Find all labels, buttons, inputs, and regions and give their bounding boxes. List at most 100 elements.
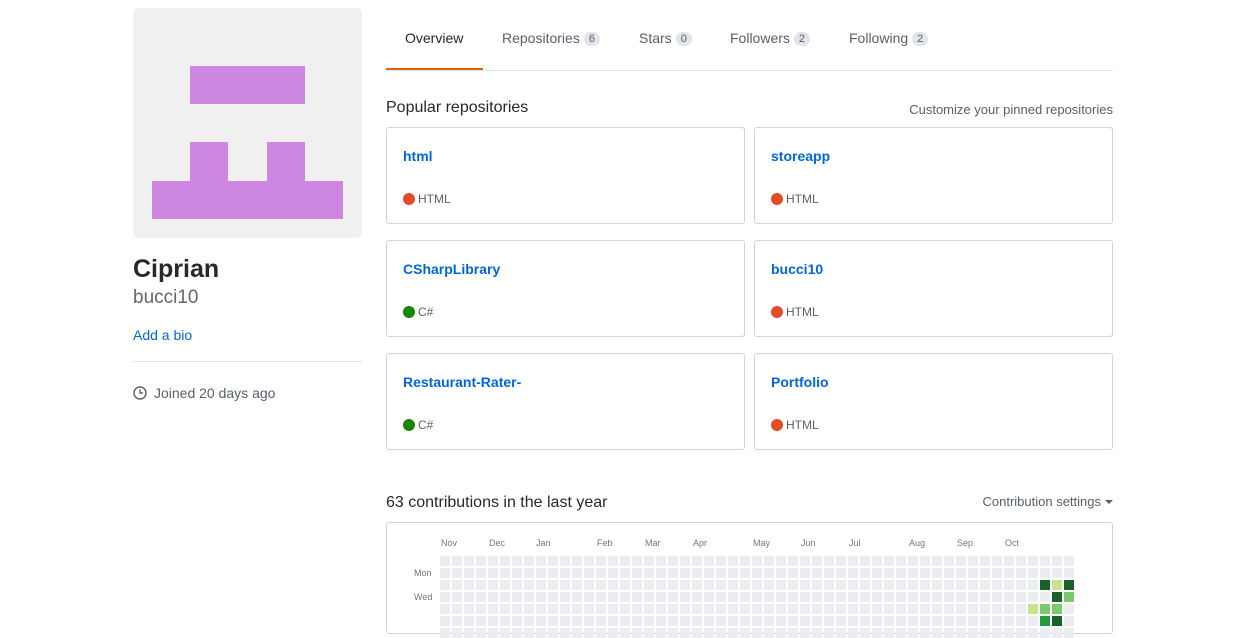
contribution-day-cell[interactable] — [704, 628, 714, 638]
contribution-day-cell[interactable] — [668, 556, 678, 566]
contribution-day-cell[interactable] — [608, 592, 618, 602]
add-bio-link[interactable]: Add a bio — [133, 327, 192, 343]
contribution-day-cell[interactable] — [536, 592, 546, 602]
contribution-day-cell[interactable] — [980, 568, 990, 578]
contribution-day-cell[interactable] — [1004, 628, 1014, 638]
contribution-day-cell[interactable] — [440, 604, 450, 614]
contribution-day-cell[interactable] — [500, 616, 510, 626]
contribution-day-cell[interactable] — [680, 604, 690, 614]
contribution-day-cell[interactable] — [500, 592, 510, 602]
contribution-day-cell[interactable] — [1028, 592, 1038, 602]
contribution-day-cell[interactable] — [728, 568, 738, 578]
contribution-day-cell[interactable] — [920, 628, 930, 638]
contribution-day-cell[interactable] — [560, 580, 570, 590]
contribution-day-cell[interactable] — [632, 628, 642, 638]
contribution-day-cell[interactable] — [944, 592, 954, 602]
contribution-day-cell[interactable] — [452, 580, 462, 590]
contribution-day-cell[interactable] — [860, 628, 870, 638]
contribution-day-cell[interactable] — [896, 592, 906, 602]
contribution-day-cell[interactable] — [572, 628, 582, 638]
contribution-day-cell[interactable] — [488, 556, 498, 566]
contribution-day-cell[interactable] — [776, 592, 786, 602]
contribution-day-cell[interactable] — [572, 580, 582, 590]
contribution-day-cell[interactable] — [1052, 568, 1062, 578]
contribution-day-cell[interactable] — [884, 592, 894, 602]
contribution-day-cell[interactable] — [680, 616, 690, 626]
contribution-day-cell[interactable] — [992, 604, 1002, 614]
repo-link[interactable]: bucci10 — [771, 261, 823, 277]
contribution-day-cell[interactable] — [788, 604, 798, 614]
contribution-day-cell[interactable] — [932, 580, 942, 590]
contribution-day-cell[interactable] — [944, 556, 954, 566]
contribution-day-cell[interactable] — [644, 616, 654, 626]
contribution-day-cell[interactable] — [608, 604, 618, 614]
contribution-day-cell[interactable] — [1028, 568, 1038, 578]
contribution-day-cell[interactable] — [620, 604, 630, 614]
contribution-day-cell[interactable] — [872, 568, 882, 578]
contribution-day-cell[interactable] — [1016, 556, 1026, 566]
contribution-day-cell[interactable] — [956, 628, 966, 638]
contribution-day-cell[interactable] — [764, 616, 774, 626]
contribution-day-cell[interactable] — [1064, 604, 1074, 614]
contribution-day-cell[interactable] — [548, 592, 558, 602]
tab-stars[interactable]: Stars 0 — [639, 30, 692, 46]
contribution-day-cell[interactable] — [752, 628, 762, 638]
contribution-day-cell[interactable] — [560, 568, 570, 578]
contribution-day-cell[interactable] — [512, 628, 522, 638]
customize-pins-link[interactable]: Customize your pinned repositories — [909, 102, 1113, 117]
contribution-day-cell[interactable] — [644, 568, 654, 578]
contribution-day-cell[interactable] — [488, 568, 498, 578]
contribution-day-cell[interactable] — [620, 592, 630, 602]
contribution-day-cell[interactable] — [632, 568, 642, 578]
contribution-day-cell[interactable] — [1040, 580, 1050, 590]
contribution-day-cell[interactable] — [932, 628, 942, 638]
contribution-day-cell[interactable] — [860, 604, 870, 614]
contribution-day-cell[interactable] — [1040, 592, 1050, 602]
contribution-day-cell[interactable] — [824, 556, 834, 566]
contribution-day-cell[interactable] — [512, 568, 522, 578]
contribution-day-cell[interactable] — [1040, 556, 1050, 566]
contribution-day-cell[interactable] — [728, 628, 738, 638]
contribution-day-cell[interactable] — [692, 616, 702, 626]
contribution-day-cell[interactable] — [848, 592, 858, 602]
contribution-day-cell[interactable] — [908, 568, 918, 578]
contribution-day-cell[interactable] — [476, 628, 486, 638]
contribution-day-cell[interactable] — [788, 628, 798, 638]
contribution-day-cell[interactable] — [440, 556, 450, 566]
contribution-day-cell[interactable] — [656, 556, 666, 566]
contribution-day-cell[interactable] — [872, 616, 882, 626]
contribution-day-cell[interactable] — [536, 604, 546, 614]
contribution-day-cell[interactable] — [632, 556, 642, 566]
contribution-day-cell[interactable] — [1016, 616, 1026, 626]
contribution-day-cell[interactable] — [488, 628, 498, 638]
contribution-day-cell[interactable] — [932, 604, 942, 614]
contribution-day-cell[interactable] — [536, 580, 546, 590]
contribution-day-cell[interactable] — [608, 616, 618, 626]
contribution-day-cell[interactable] — [860, 580, 870, 590]
contribution-day-cell[interactable] — [476, 604, 486, 614]
contribution-day-cell[interactable] — [572, 556, 582, 566]
contribution-day-cell[interactable] — [848, 604, 858, 614]
contribution-day-cell[interactable] — [920, 556, 930, 566]
contribution-day-cell[interactable] — [968, 628, 978, 638]
contribution-day-cell[interactable] — [872, 580, 882, 590]
contribution-day-cell[interactable] — [944, 568, 954, 578]
contribution-day-cell[interactable] — [524, 604, 534, 614]
contribution-day-cell[interactable] — [1028, 628, 1038, 638]
contribution-day-cell[interactable] — [932, 616, 942, 626]
contribution-day-cell[interactable] — [836, 604, 846, 614]
contribution-day-cell[interactable] — [560, 604, 570, 614]
contribution-day-cell[interactable] — [1028, 616, 1038, 626]
contribution-day-cell[interactable] — [620, 568, 630, 578]
contribution-day-cell[interactable] — [668, 580, 678, 590]
contribution-day-cell[interactable] — [1004, 592, 1014, 602]
contribution-day-cell[interactable] — [572, 592, 582, 602]
contribution-day-cell[interactable] — [704, 616, 714, 626]
contribution-day-cell[interactable] — [728, 592, 738, 602]
contribution-day-cell[interactable] — [896, 628, 906, 638]
contribution-day-cell[interactable] — [1028, 556, 1038, 566]
contribution-day-cell[interactable] — [1040, 628, 1050, 638]
contribution-day-cell[interactable] — [572, 604, 582, 614]
contribution-day-cell[interactable] — [812, 604, 822, 614]
contribution-day-cell[interactable] — [992, 580, 1002, 590]
